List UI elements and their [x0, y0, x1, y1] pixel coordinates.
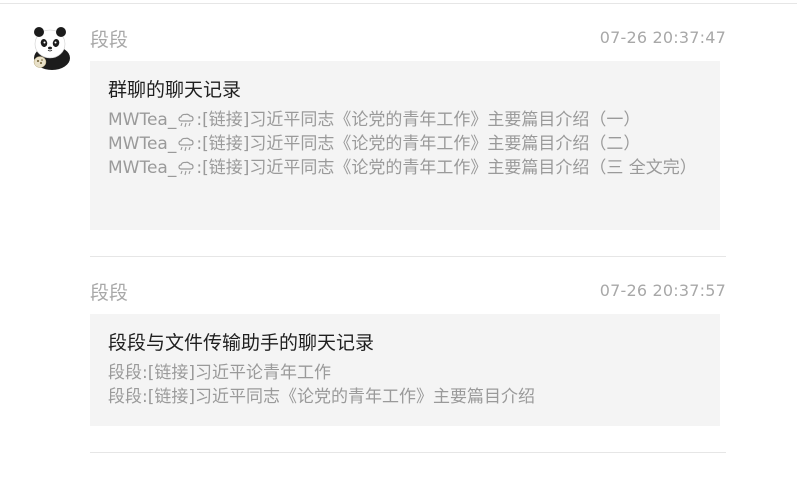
- message-timestamp: 07-26 20:37:47: [599, 28, 726, 47]
- chat-record-line: 段段:[链接]习近平同志《论党的青年工作》主要篇目介绍: [108, 387, 535, 407]
- line-prefix: MWTea_: [108, 158, 177, 178]
- chat-record-line: 段段:[链接]习近平论青年工作: [108, 363, 331, 383]
- line-prefix: MWTea_: [108, 134, 177, 154]
- chat-record-card[interactable]: 群聊的聊天记录 MWTea_ :[链接]习近平同志《论党的青年工作》主要篇目介绍（…: [90, 61, 720, 230]
- chat-record-title: 段段与文件传输助手的聊天记录: [108, 332, 375, 354]
- line-suffix: :[链接]习近平同志《论党的青年工作》主要篇目介绍（一）: [196, 110, 641, 130]
- chat-record-line: MWTea_ :[链接]习近平同志《论党的青年工作》主要篇目介绍（二）: [108, 132, 702, 156]
- message-divider: [90, 452, 726, 453]
- message-header: 段段 07-26 20:37:57: [90, 279, 726, 311]
- sender-name: 段段: [90, 29, 129, 51]
- message-divider: [90, 256, 726, 257]
- message-timestamp: 07-26 20:37:57: [599, 281, 726, 300]
- chat-record-line: MWTea_ :[链接]习近平同志《论党的青年工作》主要篇目介绍（一）: [108, 108, 702, 132]
- sender-name: 段段: [90, 282, 129, 304]
- line-suffix: :[链接]习近平同志《论党的青年工作》主要篇目介绍（三 全文完）: [196, 158, 697, 178]
- line-suffix: :[链接]习近平同志《论党的青年工作》主要篇目介绍（二）: [196, 134, 641, 154]
- cloud-rain-emoji-icon: [178, 161, 194, 176]
- chat-record-title: 群聊的聊天记录: [108, 79, 242, 101]
- chat-record-line: MWTea_ :[链接]习近平同志《论党的青年工作》主要篇目介绍（三 全文完）: [108, 156, 702, 180]
- top-divider: [0, 3, 797, 4]
- message-item: 段段 07-26 20:37:57 段段与文件传输助手的聊天记录 段段:[链接]…: [90, 279, 726, 426]
- panda-avatar-icon[interactable]: [30, 24, 76, 72]
- cloud-rain-emoji-icon: [178, 137, 194, 152]
- cloud-rain-emoji-icon: [178, 113, 194, 128]
- message-header: 段段 07-26 20:37:47: [90, 26, 726, 58]
- message-item: 段段 07-26 20:37:47 群聊的聊天记录 MWTea_ :[链接]习近平…: [90, 26, 726, 230]
- chat-record-card[interactable]: 段段与文件传输助手的聊天记录 段段:[链接]习近平论青年工作 段段:[链接]习近…: [90, 314, 720, 426]
- line-prefix: MWTea_: [108, 110, 177, 130]
